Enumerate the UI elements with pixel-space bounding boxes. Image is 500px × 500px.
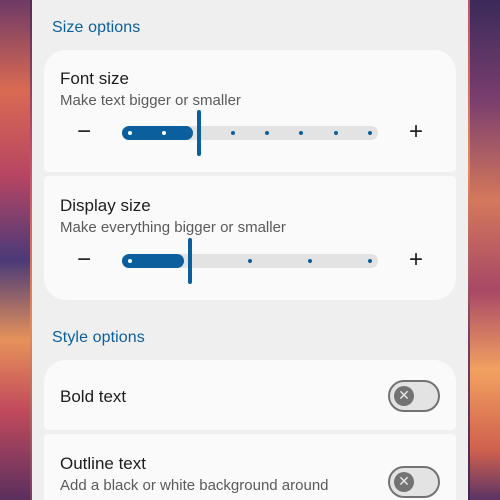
display-size-slider-tick	[308, 259, 312, 263]
size-options-header: Size options	[52, 19, 141, 36]
minus-icon: −	[76, 246, 91, 273]
font-size-slider-tick	[230, 131, 235, 135]
wallpaper-left	[0, 0, 30, 500]
outline-text-toggle[interactable]: ✕	[388, 466, 440, 498]
outline-text-card[interactable]: Outline text Add a black or white backgr…	[44, 434, 456, 500]
outline-text-subtitle: Add a black or white background around	[60, 477, 329, 494]
bold-text-title: Bold text	[60, 387, 127, 406]
display-size-slider-tick	[128, 259, 132, 263]
style-options-header: Style options	[52, 329, 145, 346]
bold-text-card[interactable]: Bold text ✕	[44, 360, 456, 430]
font-size-subtitle: Make text bigger or smaller	[60, 92, 241, 109]
outline-text-title: Outline text	[60, 454, 146, 473]
display-size-decrease-button[interactable]: −	[72, 248, 96, 272]
display-size-slider-tick	[248, 259, 252, 263]
display-size-slider-tick	[368, 259, 372, 263]
display-size-title: Display size	[60, 196, 151, 215]
font-size-card: Font size Make text bigger or smaller − …	[44, 50, 456, 172]
close-icon: ✕	[394, 472, 414, 492]
wallpaper-right	[470, 0, 500, 500]
plus-icon: +	[408, 246, 423, 273]
display-size-increase-button[interactable]: +	[404, 248, 428, 272]
close-icon: ✕	[394, 386, 414, 406]
display-size-subtitle: Make everything bigger or smaller	[60, 219, 286, 236]
font-size-decrease-button[interactable]: −	[72, 120, 96, 144]
font-size-increase-button[interactable]: +	[404, 120, 428, 144]
font-size-slider-thumb[interactable]	[196, 110, 201, 156]
display-size-card: Display size Make everything bigger or s…	[44, 176, 456, 300]
bold-text-toggle[interactable]: ✕	[388, 380, 440, 412]
font-size-slider-tick	[128, 131, 132, 135]
display-size-slider[interactable]	[122, 238, 378, 284]
minus-icon: −	[76, 118, 91, 145]
font-size-slider-tick	[368, 131, 372, 135]
plus-icon: +	[408, 118, 423, 145]
font-size-slider-fill	[122, 126, 193, 140]
display-size-slider-thumb[interactable]	[188, 238, 192, 284]
settings-screen: Size options Font size Make text bigger …	[32, 0, 468, 500]
font-size-slider[interactable]	[122, 110, 378, 156]
font-size-title: Font size	[60, 69, 129, 88]
font-size-slider-tick	[333, 131, 338, 135]
